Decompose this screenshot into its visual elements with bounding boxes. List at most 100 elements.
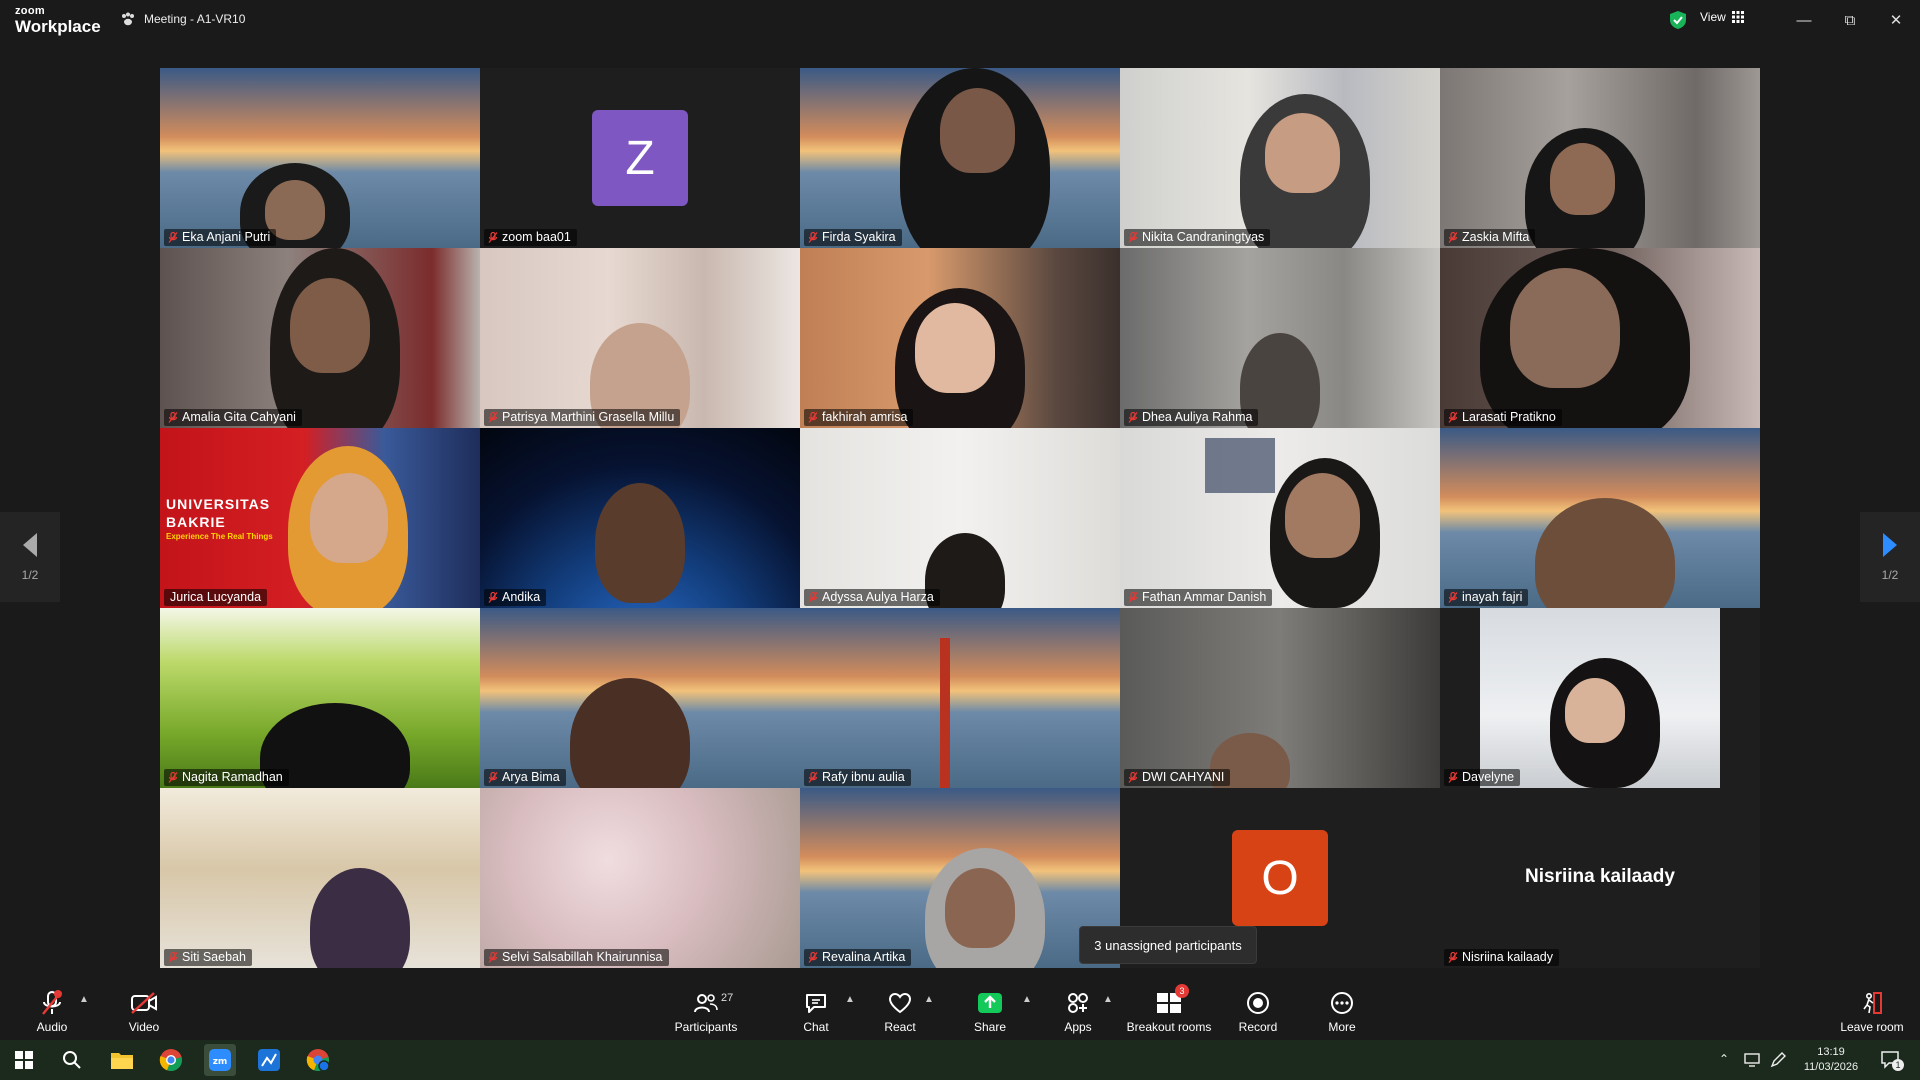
participant-tile[interactable]: Siti Saebah <box>160 788 480 968</box>
video-button[interactable]: Video <box>120 980 168 1040</box>
microphone-muted-icon <box>808 952 818 963</box>
participant-tile[interactable]: Larasati Pratikno <box>1440 248 1760 428</box>
video-label: Video <box>128 1020 160 1034</box>
meeting-info[interactable]: Meeting - A1-VR10 <box>120 12 245 26</box>
breakout-rooms-button[interactable]: 3 Breakout rooms <box>1124 980 1214 1040</box>
network-icon[interactable] <box>1744 1052 1762 1073</box>
microphone-muted-icon <box>1448 952 1458 963</box>
chrome-profile-icon[interactable] <box>302 1044 334 1076</box>
react-options-chevron-icon[interactable]: ▲ <box>924 994 934 1005</box>
heart-icon <box>886 989 914 1017</box>
breakout-rooms-icon: 3 <box>1155 984 1189 1017</box>
clock-time: 13:19 <box>1817 1046 1845 1058</box>
microphone-muted-icon <box>1128 412 1138 423</box>
participant-face <box>940 88 1015 173</box>
participant-tile-active-speaker[interactable]: UNIVERSITAS BAKRIE Experience The Real T… <box>160 428 480 608</box>
view-button[interactable]: View <box>1700 10 1744 24</box>
participant-name: Zaskia Mifta <box>1444 229 1536 246</box>
participant-tile[interactable]: Rafy ibnu aulia <box>800 608 1120 788</box>
participants-label: Participants <box>674 1020 738 1034</box>
notification-count: 1 <box>1892 1059 1904 1071</box>
participant-tile[interactable]: Dhea Auliya Rahma <box>1120 248 1440 428</box>
prev-page-button[interactable]: 1/2 <box>0 512 60 602</box>
arrow-right-icon <box>1883 533 1897 557</box>
participant-tile[interactable]: Amalia Gita Cahyani <box>160 248 480 428</box>
participant-face <box>1550 143 1615 215</box>
breakout-label: Breakout rooms <box>1126 1020 1212 1034</box>
pen-icon[interactable] <box>1770 1052 1786 1073</box>
restore-icon[interactable]: ⧉ <box>1838 8 1862 32</box>
participant-tile[interactable]: Andika <box>480 428 800 608</box>
participant-tile[interactable]: Adyssa Aulya Harza <box>800 428 1120 608</box>
microphone-muted-icon <box>1128 592 1138 603</box>
windows-start-icon[interactable] <box>8 1044 40 1076</box>
share-options-chevron-icon[interactable]: ▲ <box>1022 994 1032 1005</box>
close-icon[interactable]: ✕ <box>1884 8 1908 32</box>
apps-button[interactable]: Apps <box>1058 980 1098 1040</box>
paw-icon <box>122 12 134 26</box>
more-icon <box>1328 989 1356 1017</box>
more-label: More <box>1328 1020 1356 1034</box>
virtual-background <box>800 608 1120 788</box>
microphone-muted-icon <box>1448 772 1458 783</box>
audio-button[interactable]: Audio <box>28 980 76 1040</box>
audio-label: Audio <box>36 1020 68 1034</box>
file-explorer-icon[interactable] <box>106 1044 138 1076</box>
shield-check-icon[interactable] <box>1668 10 1688 30</box>
participant-tile[interactable]: Firda Syakira <box>800 68 1120 248</box>
whiteboard-app-icon[interactable] <box>253 1044 285 1076</box>
participant-tile[interactable]: Nagita Ramadhan <box>160 608 480 788</box>
microphone-muted-icon <box>808 592 818 603</box>
search-icon[interactable] <box>56 1044 88 1076</box>
minimize-icon[interactable]: — <box>1792 8 1816 32</box>
zoom-workplace-logo: zoom Workplace <box>15 6 101 36</box>
participant-tile[interactable]: Patrisya Marthini Grasella Millu <box>480 248 800 428</box>
next-page-button[interactable]: 1/2 <box>1860 512 1920 602</box>
microphone-muted-icon <box>808 232 818 243</box>
apps-options-chevron-icon[interactable]: ▲ <box>1103 994 1113 1005</box>
participant-tile[interactable]: Fathan Ammar Danish <box>1120 428 1440 608</box>
chat-options-chevron-icon[interactable]: ▲ <box>845 994 855 1005</box>
chat-icon <box>802 989 830 1017</box>
participant-tile[interactable]: Nisriina kailaady Nisriina kailaady <box>1440 788 1760 968</box>
participants-icon <box>692 989 720 1017</box>
participant-tile[interactable]: Nikita Candraningtyas <box>1120 68 1440 248</box>
participant-tile[interactable]: Eka Anjani Putri <box>160 68 480 248</box>
participants-button[interactable]: Participants <box>670 980 742 1040</box>
participant-face <box>945 868 1015 948</box>
participant-tile[interactable]: Z zoom baa01 <box>480 68 800 248</box>
participant-name: Arya Bima <box>484 769 566 786</box>
microphone-muted-icon <box>488 772 498 783</box>
participant-name: Amalia Gita Cahyani <box>164 409 302 426</box>
participant-name: Patrisya Marthini Grasella Millu <box>484 409 681 426</box>
participant-name: fakhirah amrisa <box>804 409 914 426</box>
record-button[interactable]: Record <box>1236 980 1280 1040</box>
more-button[interactable]: More <box>1320 980 1364 1040</box>
chat-button[interactable]: Chat <box>794 980 838 1040</box>
notifications-icon[interactable]: 1 <box>1880 1049 1904 1076</box>
participant-tile[interactable]: Selvi Salsabillah Khairunnisa <box>480 788 800 968</box>
zoom-taskbar-icon[interactable]: zm <box>204 1044 236 1076</box>
react-button[interactable]: React <box>878 980 922 1040</box>
participant-tile[interactable]: Davelyne <box>1440 608 1760 788</box>
participant-name: Dhea Auliya Rahma <box>1124 409 1259 426</box>
system-clock[interactable]: 13:19 11/03/2026 <box>1796 1045 1866 1075</box>
participant-tile[interactable]: DWI CAHYANI <box>1120 608 1440 788</box>
tray-chevron-icon[interactable]: ⌃ <box>1719 1052 1729 1066</box>
microphone-muted-icon <box>1448 592 1458 603</box>
participant-tile[interactable]: inayah fajri <box>1440 428 1760 608</box>
participant-tile[interactable]: Revalina Artika <box>800 788 1120 968</box>
leave-room-button[interactable]: Leave room <box>1836 980 1908 1040</box>
audio-options-chevron-icon[interactable]: ▲ <box>79 994 89 1005</box>
participant-tile[interactable]: Zaskia Mifta <box>1440 68 1760 248</box>
participant-name: inayah fajri <box>1444 589 1529 606</box>
participant-tile[interactable]: fakhirah amrisa <box>800 248 1120 428</box>
banner-line-1: UNIVERSITAS <box>166 496 271 512</box>
participant-tile[interactable]: Arya Bima <box>480 608 800 788</box>
banner-line-2: BAKRIE <box>166 514 226 530</box>
apps-icon <box>1064 989 1092 1017</box>
share-button[interactable]: Share <box>966 980 1014 1040</box>
chrome-icon[interactable] <box>155 1044 187 1076</box>
logo-line-2: Workplace <box>15 17 101 36</box>
breakout-badge: 3 <box>1175 984 1189 998</box>
